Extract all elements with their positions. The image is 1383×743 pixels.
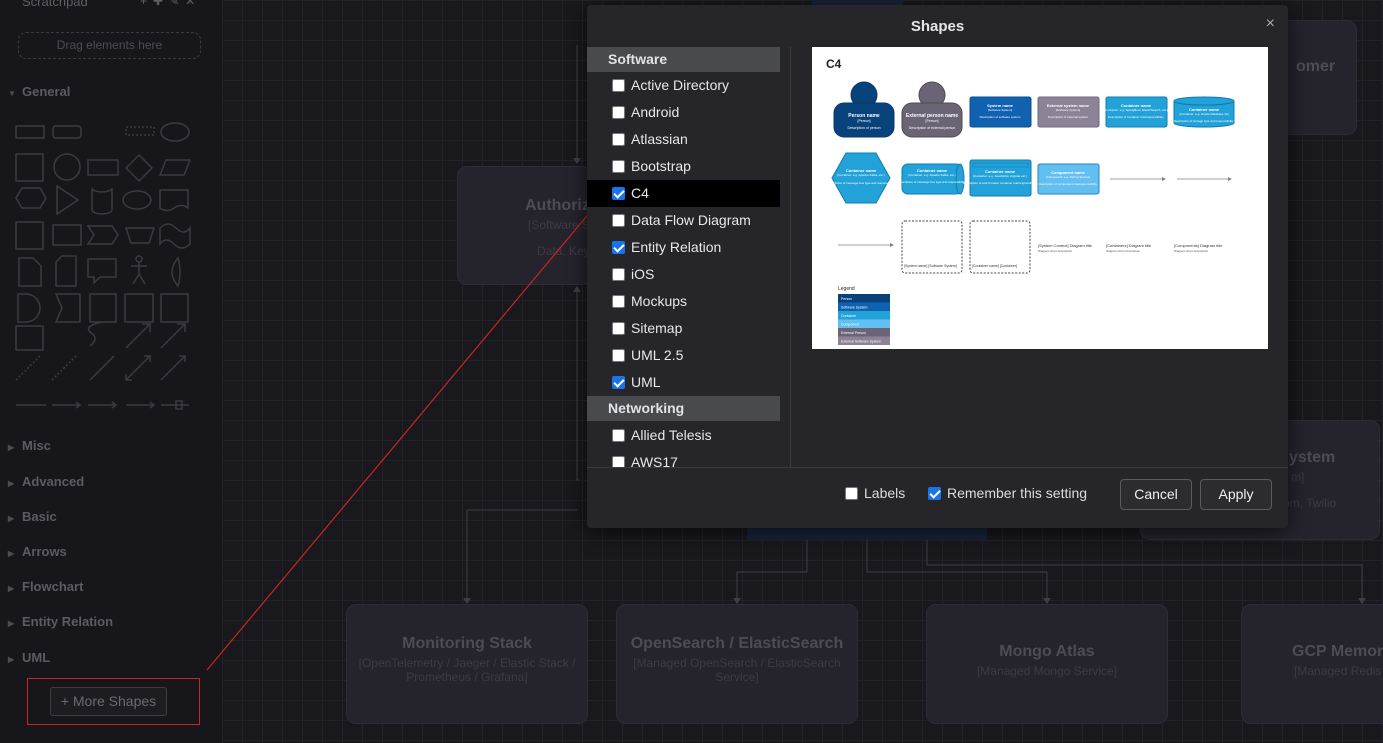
library-item-bootstrap[interactable]: Bootstrap xyxy=(587,153,780,180)
library-item-active-directory[interactable]: Active Directory xyxy=(587,72,780,99)
library-preview: C4 Person name [Person] Description of p… xyxy=(812,47,1268,349)
svg-text:Container: Container xyxy=(841,314,857,318)
svg-text:Description of message bus typ: Description of message bus type and resp… xyxy=(898,180,966,184)
diagram-sub-context: Diagram short description xyxy=(1038,249,1073,253)
close-icon[interactable]: × xyxy=(1266,15,1275,33)
checkbox[interactable] xyxy=(612,214,625,227)
svg-text:[Container: e.g. Apache Kafka,: [Container: e.g. Apache Kafka, etc.] xyxy=(908,173,955,177)
checkbox[interactable] xyxy=(612,429,625,442)
svg-text:[Container: e.g. JavaScript, A: [Container: e.g. JavaScript, Angular etc… xyxy=(973,174,1027,178)
diagram-sub-components: Diagram short description xyxy=(1174,249,1209,253)
svg-text:Description of component role/: Description of component role/responsibi… xyxy=(1039,182,1098,186)
library-item-entity-relation[interactable]: Entity Relation xyxy=(587,234,780,261)
svg-text:Description of storage type an: Description of storage type and responsi… xyxy=(1174,119,1234,123)
library-item-android[interactable]: Android xyxy=(587,99,780,126)
svg-text:Description of external person: Description of external person xyxy=(909,126,956,130)
remember-setting-checkbox[interactable] xyxy=(928,487,941,500)
apply-button[interactable]: Apply xyxy=(1200,479,1272,510)
svg-text:External Person: External Person xyxy=(841,331,866,335)
checkbox[interactable] xyxy=(612,133,625,146)
c4-web-browser-shape: Container name [Container: e.g. JavaScri… xyxy=(963,159,1037,197)
shape-library-list[interactable]: Software Active Directory Android Atlass… xyxy=(587,47,791,467)
category-software: Software xyxy=(587,47,780,72)
checkbox[interactable] xyxy=(612,349,625,362)
checkbox-checked[interactable] xyxy=(612,241,625,254)
svg-text:Component: Component xyxy=(841,323,859,327)
checkbox[interactable] xyxy=(612,322,625,335)
library-item-sitemap[interactable]: Sitemap xyxy=(587,315,780,342)
library-item-allied-telesis[interactable]: Allied Telesis xyxy=(587,422,780,449)
svg-text:Description of software system: Description of software system xyxy=(980,115,1021,119)
diagram-title-context: [System Context] Diagram title xyxy=(1038,243,1093,248)
svg-text:Description of person: Description of person xyxy=(847,126,880,130)
c4-system-shape: System name [Software System] Descriptio… xyxy=(969,96,1032,128)
checkbox[interactable] xyxy=(612,106,625,119)
c4-external-person-shape: External person name [Person] Descriptio… xyxy=(901,81,963,138)
legend-title: Legend xyxy=(838,286,855,292)
svg-text:Description of container role/: Description of container role/responsibi… xyxy=(1108,115,1164,119)
cancel-button[interactable]: Cancel xyxy=(1120,479,1192,510)
checkbox[interactable] xyxy=(612,160,625,173)
svg-text:Description of message bus typ: Description of message bus type and resp… xyxy=(827,181,895,185)
diagram-title-components: [Components] Diagram title xyxy=(1174,243,1223,248)
c4-legend: Person Software System Container Compone… xyxy=(838,294,890,345)
library-item-ios[interactable]: iOS xyxy=(587,261,780,288)
c4-queue-shape: Container name [Container: e.g. Apache K… xyxy=(898,163,966,195)
checkbox-checked[interactable] xyxy=(612,376,625,389)
svg-text:[Software System]: [Software System] xyxy=(1056,108,1081,112)
library-item-c4[interactable]: C4 xyxy=(587,180,780,207)
dialog-title: Shapes xyxy=(910,18,965,35)
c4-external-system-shape: External system name [Software System] D… xyxy=(1037,96,1100,128)
c4-hexagon-container-shape: Container name [Container: e.g. Apache K… xyxy=(827,152,895,204)
diagram-title-containers: [Containers] Diagram title xyxy=(1106,243,1152,248)
library-item-uml-2-5[interactable]: UML 2.5 xyxy=(587,342,780,369)
svg-text:[Person]: [Person] xyxy=(857,119,870,123)
library-item-uml[interactable]: UML xyxy=(587,369,780,396)
svg-text:[Person]: [Person] xyxy=(925,119,938,123)
library-item-mockups[interactable]: Mockups xyxy=(587,288,780,315)
c4-database-shape: Container name [Container: e.g. Oracle D… xyxy=(1173,96,1235,128)
checkbox[interactable] xyxy=(612,79,625,92)
checkbox[interactable] xyxy=(612,295,625,308)
c4-shapes-preview: Person name [Person] Description of pers… xyxy=(827,81,1235,345)
c4-container-shape: Container name [Container: e.g. SpringBo… xyxy=(1104,96,1168,128)
library-item-data-flow-diagram[interactable]: Data Flow Diagram xyxy=(587,207,780,234)
svg-text:Software System: Software System xyxy=(841,306,868,310)
svg-text:External Software System: External Software System xyxy=(841,340,881,344)
dialog-footer-divider xyxy=(587,467,1288,468)
c4-component-shape: Component name [Component: e.g. Spring S… xyxy=(1037,163,1100,195)
checkbox[interactable] xyxy=(612,268,625,281)
shapes-dialog: Shapes × Software Active Directory Andro… xyxy=(587,5,1288,528)
library-item-atlassian[interactable]: Atlassian xyxy=(587,126,780,153)
c4-person-shape: Person name [Person] Description of pers… xyxy=(833,81,895,138)
svg-text:[Component: e.g. Spring Servic: [Component: e.g. Spring Service] xyxy=(1046,175,1090,179)
svg-text:[Software System]: [Software System] xyxy=(988,108,1013,112)
system-boundary-label: [System name] [Software System] xyxy=(904,264,957,268)
svg-text:[Container: e.g. SpringBoot, E: [Container: e.g. SpringBoot, ElasticSear… xyxy=(1104,108,1168,112)
c4-relationship-shapes xyxy=(838,177,1232,247)
checkbox[interactable] xyxy=(612,456,625,467)
svg-text:Description of web browser con: Description of web browser container rol… xyxy=(963,181,1037,185)
svg-text:[Container: e.g. Oracle Databa: [Container: e.g. Oracle Database 12] xyxy=(1180,112,1229,116)
svg-text:Person: Person xyxy=(841,297,852,301)
diagram-sub-containers: Diagram short description xyxy=(1106,249,1141,253)
labels-checkbox[interactable] xyxy=(845,487,858,500)
svg-text:[Container: e.g. Apache Kafka,: [Container: e.g. Apache Kafka, etc.] xyxy=(837,173,884,177)
checkbox-checked[interactable] xyxy=(612,187,625,200)
container-boundary-label: [Container name] [Container] xyxy=(972,264,1017,268)
svg-text:Description of external system: Description of external system xyxy=(1048,115,1089,119)
library-item-aws17[interactable]: AWS17 xyxy=(587,449,780,467)
category-networking: Networking xyxy=(587,396,780,421)
